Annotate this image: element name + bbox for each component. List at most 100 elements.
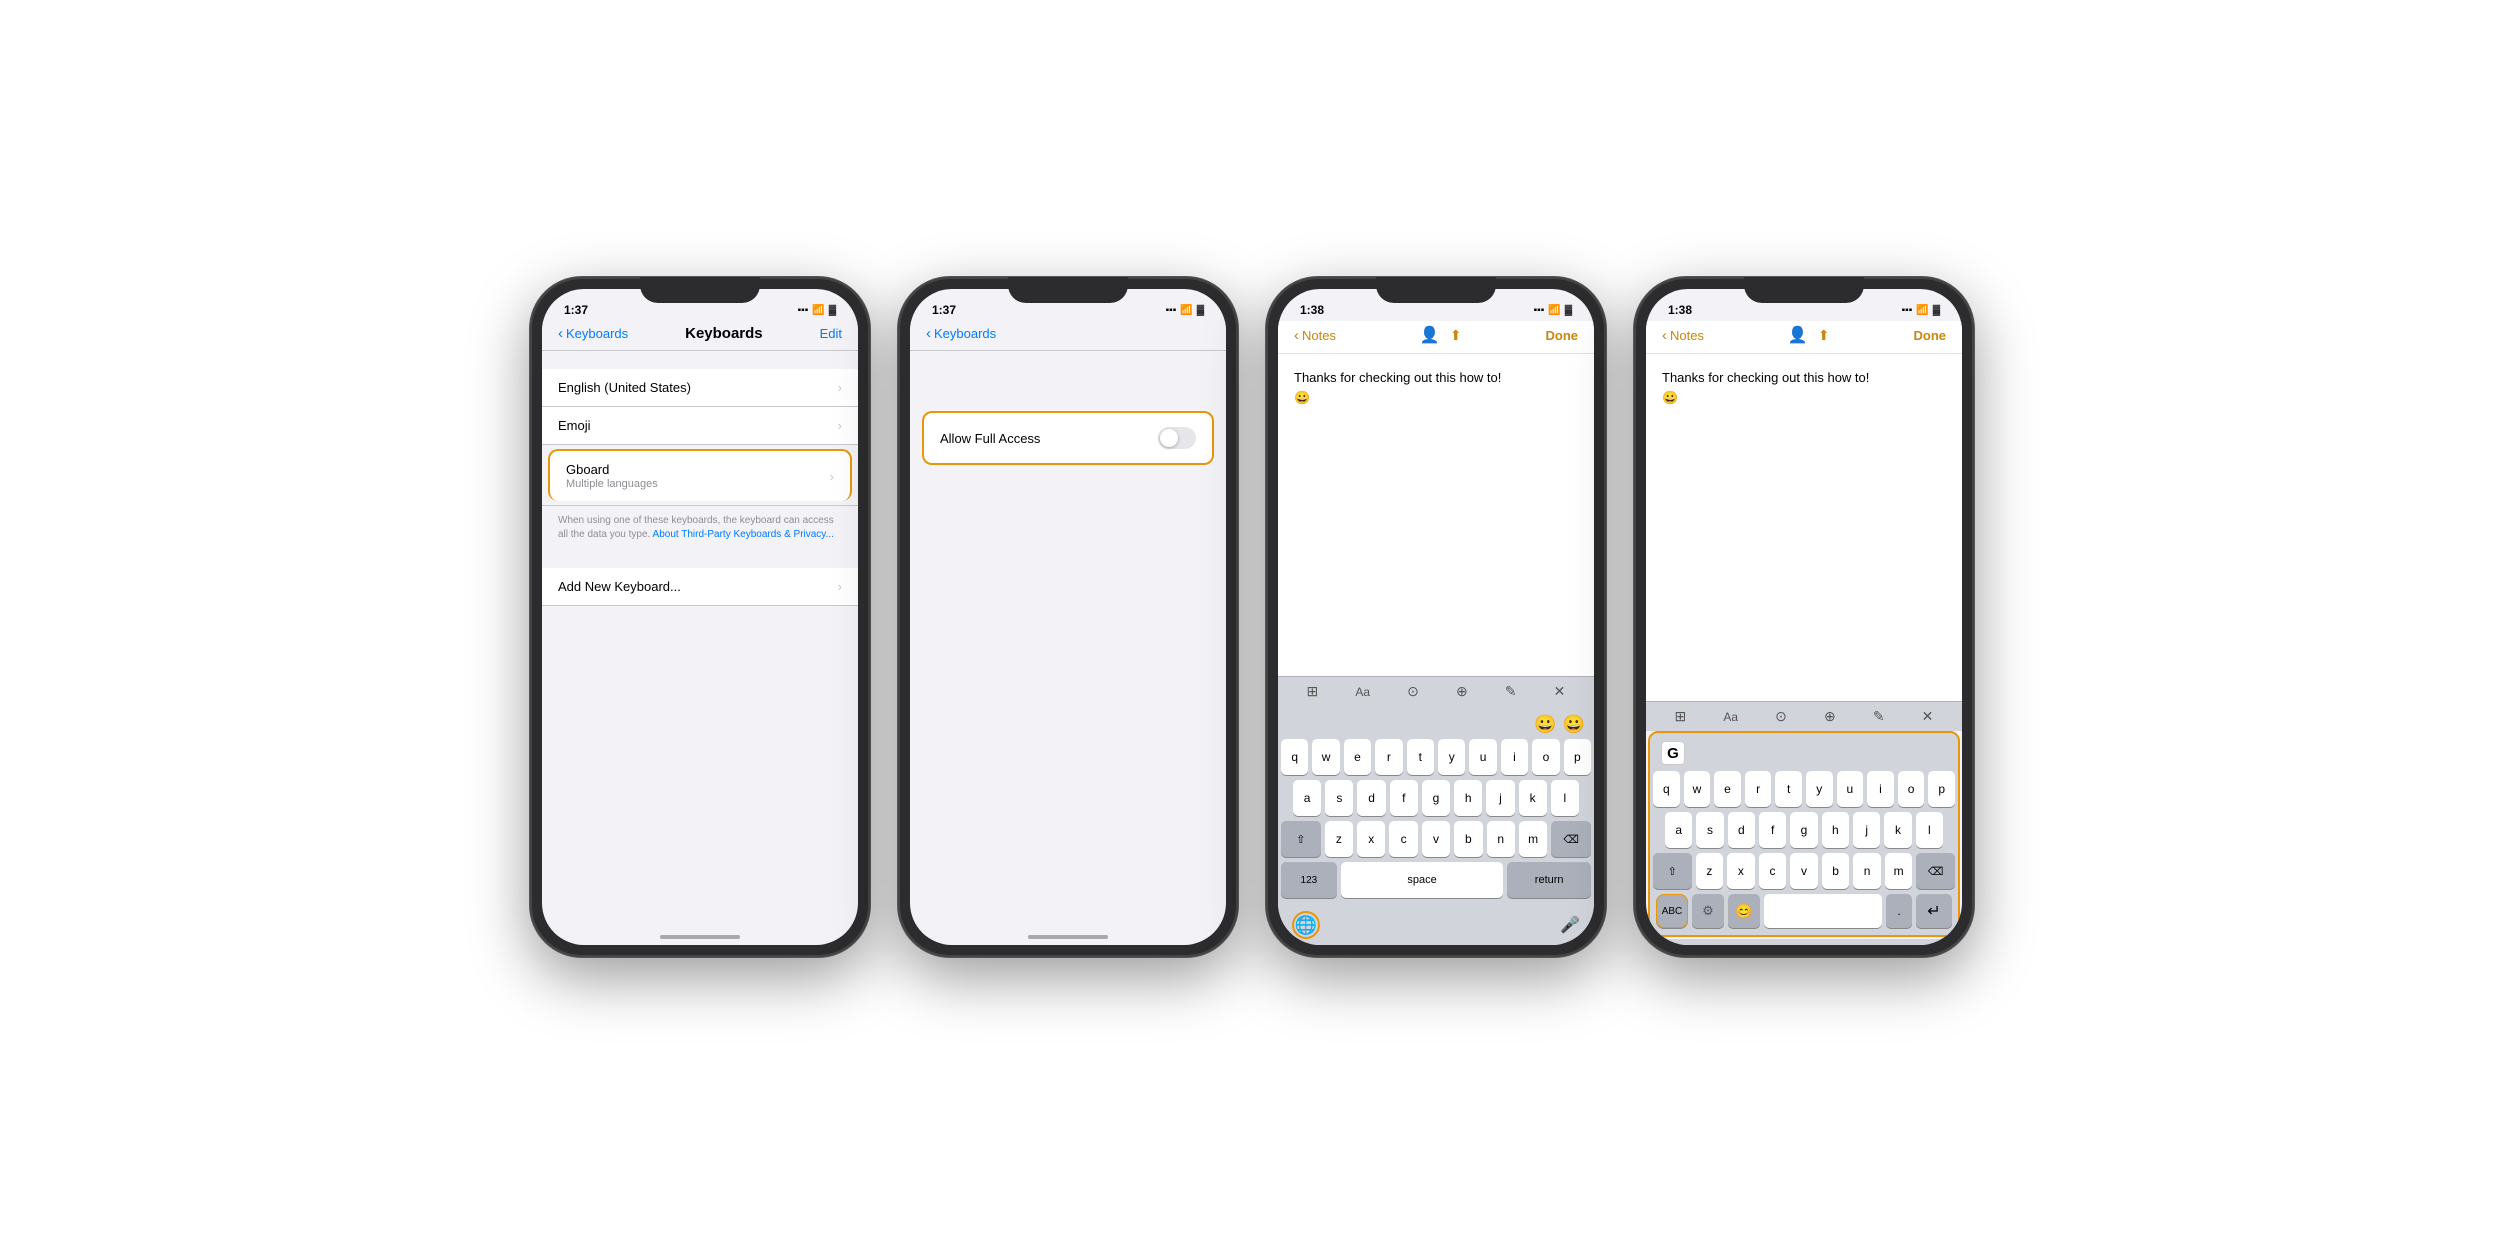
notes-content-3[interactable]: Thanks for checking out this how to!😀 (1278, 354, 1594, 676)
key-w[interactable]: w (1312, 739, 1339, 775)
done-button-3[interactable]: Done (1546, 328, 1579, 343)
back-button-1[interactable]: ‹ Keyboards (558, 325, 628, 342)
key-u[interactable]: u (1469, 739, 1496, 775)
key-q[interactable]: q (1281, 739, 1308, 775)
key-delete[interactable]: ⌫ (1551, 821, 1591, 857)
toolbar-pen-icon[interactable]: ✎ (1505, 683, 1517, 700)
key-d[interactable]: d (1357, 780, 1385, 816)
key-shift[interactable]: ⇧ (1281, 821, 1321, 857)
toolbar-pen-icon-4[interactable]: ✎ (1873, 708, 1885, 725)
globe-button-3[interactable]: 🌐 (1292, 911, 1320, 939)
gkey-return[interactable]: ↵ (1916, 894, 1952, 928)
gkey-t[interactable]: t (1775, 771, 1802, 807)
notes-share-icon-4[interactable]: ⬆ (1818, 327, 1830, 344)
notes-person-icon[interactable]: 👤 (1420, 325, 1440, 345)
list-item-english[interactable]: English (United States) › (542, 369, 858, 407)
toolbar-check-icon-4[interactable]: ⊙ (1775, 708, 1787, 725)
gkey-o[interactable]: o (1898, 771, 1925, 807)
key-k[interactable]: k (1519, 780, 1547, 816)
key-a[interactable]: a (1293, 780, 1321, 816)
gkey-q[interactable]: q (1653, 771, 1680, 807)
gkey-u[interactable]: u (1837, 771, 1864, 807)
gkey-r[interactable]: r (1745, 771, 1772, 807)
gkey-shift[interactable]: ⇧ (1653, 853, 1692, 889)
gkey-k[interactable]: k (1884, 812, 1911, 848)
gkey-c[interactable]: c (1759, 853, 1787, 889)
gkey-w[interactable]: w (1684, 771, 1711, 807)
gkey-z[interactable]: z (1696, 853, 1724, 889)
key-v[interactable]: v (1422, 821, 1450, 857)
back-button-2[interactable]: ‹ Keyboards (926, 325, 996, 342)
key-x[interactable]: x (1357, 821, 1385, 857)
toolbar-close-icon-4[interactable]: ✕ (1922, 708, 1934, 725)
toolbar-check-icon[interactable]: ⊙ (1407, 683, 1419, 700)
gkey-h[interactable]: h (1822, 812, 1849, 848)
gkey-l[interactable]: l (1916, 812, 1943, 848)
gkey-delete[interactable]: ⌫ (1916, 853, 1955, 889)
toolbar-plus-icon-4[interactable]: ⊕ (1824, 708, 1836, 725)
key-c[interactable]: c (1389, 821, 1417, 857)
key-n[interactable]: n (1487, 821, 1515, 857)
gkey-a[interactable]: a (1665, 812, 1692, 848)
gkey-d[interactable]: d (1728, 812, 1755, 848)
notes-content-4[interactable]: Thanks for checking out this how to!😀 (1646, 354, 1962, 701)
key-e[interactable]: e (1344, 739, 1371, 775)
gkey-g[interactable]: g (1790, 812, 1817, 848)
mic-button-3[interactable]: 🎤 (1560, 915, 1580, 935)
key-s[interactable]: s (1325, 780, 1353, 816)
gkey-s[interactable]: s (1696, 812, 1723, 848)
key-return[interactable]: return (1507, 862, 1591, 898)
edit-button[interactable]: Edit (820, 326, 842, 341)
gkey-p[interactable]: p (1928, 771, 1955, 807)
key-123[interactable]: 123 (1281, 862, 1337, 898)
full-access-toggle[interactable] (1158, 427, 1196, 449)
key-l[interactable]: l (1551, 780, 1579, 816)
key-z[interactable]: z (1325, 821, 1353, 857)
add-keyboard-item[interactable]: Add New Keyboard... › (542, 568, 858, 606)
toolbar-close-icon[interactable]: ✕ (1554, 683, 1566, 700)
gkey-j[interactable]: j (1853, 812, 1880, 848)
gkey-period[interactable]: . (1886, 894, 1912, 928)
key-j[interactable]: j (1486, 780, 1514, 816)
key-i[interactable]: i (1501, 739, 1528, 775)
notes-share-icon[interactable]: ⬆ (1450, 327, 1462, 344)
gkey-m[interactable]: m (1885, 853, 1913, 889)
key-p[interactable]: p (1564, 739, 1591, 775)
gkey-e[interactable]: e (1714, 771, 1741, 807)
gkey-y[interactable]: y (1806, 771, 1833, 807)
emoji-2[interactable]: 😀 (1563, 714, 1585, 735)
key-t[interactable]: t (1407, 739, 1434, 775)
gkey-f[interactable]: f (1759, 812, 1786, 848)
gkey-b[interactable]: b (1822, 853, 1850, 889)
gkey-i[interactable]: i (1867, 771, 1894, 807)
gkey-v[interactable]: v (1790, 853, 1818, 889)
key-h[interactable]: h (1454, 780, 1482, 816)
key-f[interactable]: f (1390, 780, 1418, 816)
gkey-n[interactable]: n (1853, 853, 1881, 889)
key-space[interactable]: space (1341, 862, 1504, 898)
list-item-emoji[interactable]: Emoji › (542, 407, 858, 445)
emoji-1[interactable]: 😀 (1534, 714, 1556, 735)
key-m[interactable]: m (1519, 821, 1547, 857)
privacy-link[interactable]: About Third-Party Keyboards & Privacy... (653, 529, 834, 540)
key-y[interactable]: y (1438, 739, 1465, 775)
done-button-4[interactable]: Done (1914, 328, 1947, 343)
list-item-gboard[interactable]: Gboard Multiple languages › (548, 449, 852, 501)
toolbar-plus-icon[interactable]: ⊕ (1456, 683, 1468, 700)
notes-person-icon-4[interactable]: 👤 (1788, 325, 1808, 345)
gkey-gear[interactable]: ⚙ (1692, 894, 1724, 928)
key-o[interactable]: o (1532, 739, 1559, 775)
back-button-3[interactable]: ‹ Notes (1294, 327, 1336, 344)
gkey-emoji[interactable]: 😊 (1728, 894, 1760, 928)
back-button-4[interactable]: ‹ Notes (1662, 327, 1704, 344)
toolbar-aa-icon[interactable]: Aa (1355, 685, 1370, 699)
key-b[interactable]: b (1454, 821, 1482, 857)
gkey-x[interactable]: x (1727, 853, 1755, 889)
toolbar-aa-icon-4[interactable]: Aa (1723, 710, 1738, 724)
gkey-abc[interactable]: ABC (1656, 894, 1688, 928)
gkey-space[interactable] (1764, 894, 1882, 928)
key-r[interactable]: r (1375, 739, 1402, 775)
toolbar-table-icon[interactable]: ⊞ (1307, 683, 1319, 700)
toolbar-table-icon-4[interactable]: ⊞ (1675, 708, 1687, 725)
key-g[interactable]: g (1422, 780, 1450, 816)
